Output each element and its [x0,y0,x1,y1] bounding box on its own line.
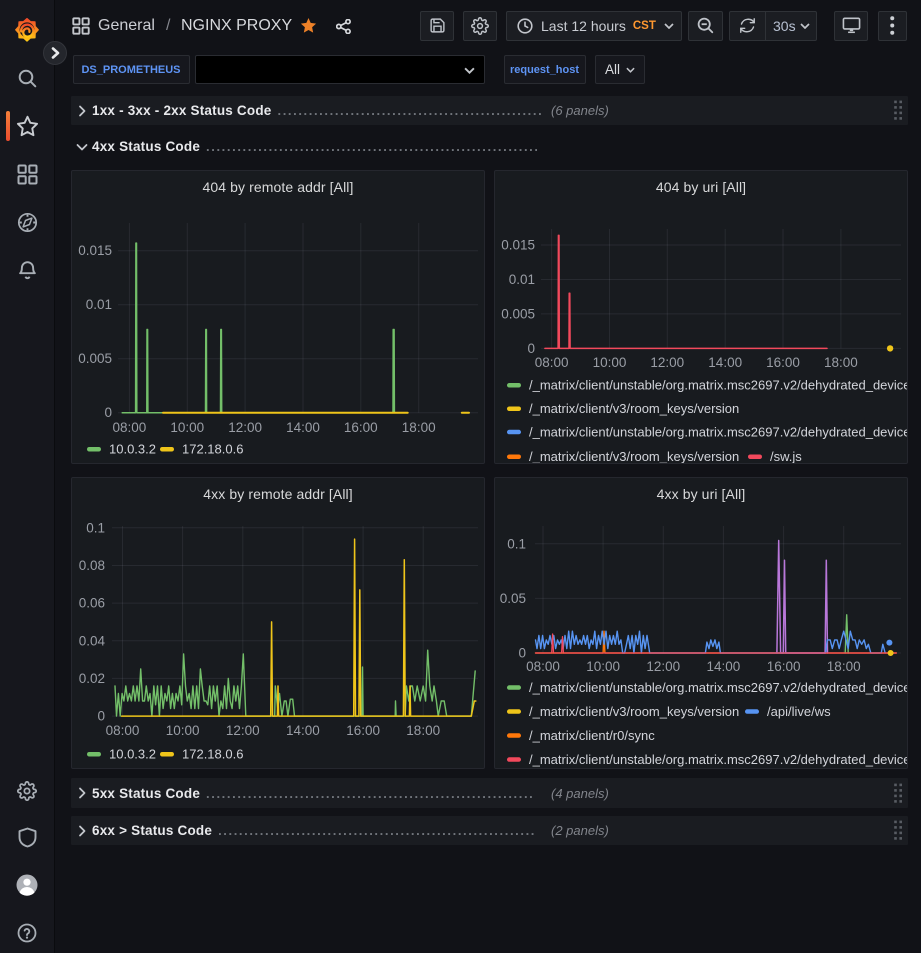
svg-text:16:00: 16:00 [344,420,378,435]
svg-text:10:00: 10:00 [586,659,620,674]
svg-text:08:00: 08:00 [535,355,569,370]
svg-text:/_matrix/client/unstable/org.m: /_matrix/client/unstable/org.matrix.msc2… [529,680,908,695]
svg-text:0.005: 0.005 [78,351,112,366]
svg-text:0.01: 0.01 [509,272,535,287]
svg-text:18:00: 18:00 [824,355,858,370]
svg-text:0.05: 0.05 [500,591,526,606]
svg-text:12:00: 12:00 [228,420,262,435]
svg-text:0: 0 [527,341,535,356]
svg-text:10:00: 10:00 [170,420,204,435]
svg-text:/_matrix/client/v3/room_keys/v: /_matrix/client/v3/room_keys/version [529,704,739,719]
svg-text:14:00: 14:00 [708,355,742,370]
svg-text:0.015: 0.015 [501,238,535,253]
svg-text:16:00: 16:00 [766,355,800,370]
svg-text:0.02: 0.02 [79,671,105,686]
svg-text:0.015: 0.015 [78,243,112,258]
svg-text:08:00: 08:00 [113,420,147,435]
svg-text:0: 0 [97,709,105,724]
svg-text:0.08: 0.08 [79,558,105,573]
svg-text:0.06: 0.06 [79,596,105,611]
svg-text:/_matrix/client/v3/room_keys/v: /_matrix/client/v3/room_keys/version [529,449,739,464]
svg-text:12:00: 12:00 [646,659,680,674]
svg-text:172.18.0.6: 172.18.0.6 [182,442,243,457]
svg-text:18:00: 18:00 [406,723,440,738]
svg-text:/_matrix/client/r0/sync: /_matrix/client/r0/sync [529,728,655,743]
svg-text:0: 0 [104,405,112,420]
svg-text:16:00: 16:00 [767,659,801,674]
svg-text:10.0.3.2: 10.0.3.2 [109,747,156,762]
svg-text:/_matrix/client/unstable/org.m: /_matrix/client/unstable/org.matrix.msc2… [529,378,908,393]
svg-text:/api/live/ws: /api/live/ws [767,704,831,719]
svg-text:12:00: 12:00 [226,723,260,738]
svg-text:0.04: 0.04 [79,633,106,648]
svg-text:0.005: 0.005 [501,306,535,321]
svg-text:/_matrix/client/unstable/org.m: /_matrix/client/unstable/org.matrix.msc2… [529,424,908,439]
svg-text:14:00: 14:00 [707,659,741,674]
svg-text:10:00: 10:00 [166,723,200,738]
svg-text:16:00: 16:00 [346,723,380,738]
svg-text:18:00: 18:00 [827,659,861,674]
svg-text:0.1: 0.1 [86,520,105,535]
svg-text:10.0.3.2: 10.0.3.2 [109,442,156,457]
svg-text:/_matrix/client/unstable/org.m: /_matrix/client/unstable/org.matrix.msc2… [529,752,908,767]
svg-text:12:00: 12:00 [650,355,684,370]
svg-text:0.01: 0.01 [86,297,112,312]
svg-text:0.1: 0.1 [507,536,526,551]
svg-text:10:00: 10:00 [593,355,627,370]
svg-text:14:00: 14:00 [286,723,320,738]
svg-text:0: 0 [518,646,526,661]
svg-text:08:00: 08:00 [106,723,140,738]
svg-text:172.18.0.6: 172.18.0.6 [182,747,243,762]
svg-text:/_matrix/client/v3/room_keys/v: /_matrix/client/v3/room_keys/version [529,401,739,416]
svg-text:14:00: 14:00 [286,420,320,435]
svg-text:08:00: 08:00 [526,659,560,674]
svg-text:18:00: 18:00 [402,420,436,435]
svg-text:/sw.js: /sw.js [770,449,802,464]
